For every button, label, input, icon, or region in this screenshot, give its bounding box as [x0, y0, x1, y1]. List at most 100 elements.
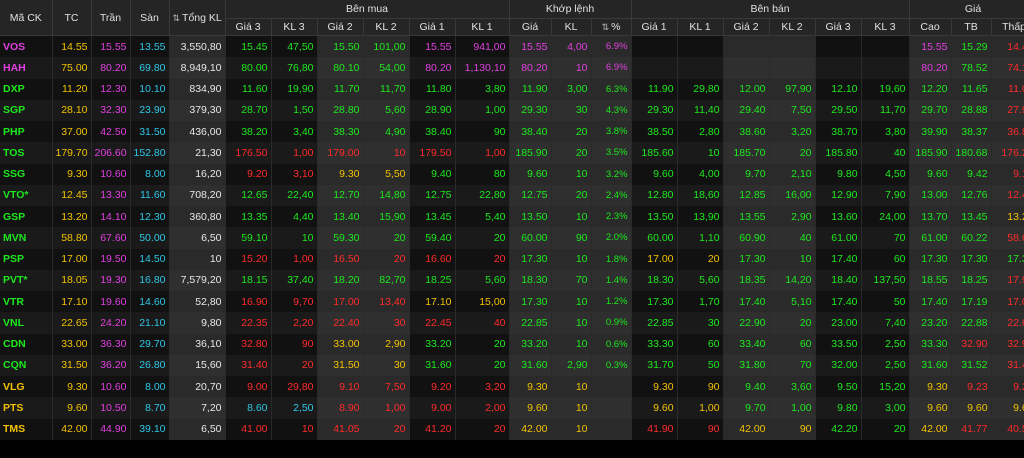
total-volume-cell: 16,20 — [169, 163, 226, 185]
sell-price-2-cell: 17.40 — [723, 291, 770, 313]
table-row[interactable]: VLG 9.30 10.60 8.00 20,70 9.00 29,80 9.10 7,50 9.… — [0, 376, 1024, 398]
table-row[interactable]: CQN 31.50 36.20 26.80 15,60 31.40 20 31.50 30 31.… — [0, 354, 1024, 376]
col-sell-vol-3[interactable]: KL 3 — [861, 18, 910, 36]
symbol-cell[interactable]: VLG — [0, 376, 53, 398]
col-symbol[interactable]: Mã CK — [0, 0, 53, 36]
symbol-cell[interactable]: CQN — [0, 354, 53, 376]
symbol-cell[interactable]: TMS — [0, 418, 53, 440]
buy-price-1-cell: 17.10 — [409, 291, 456, 313]
table-row[interactable]: VTR 17.10 19.60 14.60 52,80 16.90 9,70 17.00 13,… — [0, 291, 1024, 313]
table-row[interactable]: TOS 179.70 206.60 152.80 21,30 176.50 1,00 179.… — [0, 142, 1024, 164]
match-price-cell: 9.60 — [509, 397, 552, 419]
table-row[interactable]: VTO* 12.45 13.30 11.60 708,20 12.65 22,40 12.70… — [0, 184, 1024, 206]
buy-price-3-cell: 9.20 — [225, 163, 272, 185]
col-match-pct-label: % — [611, 21, 621, 33]
sell-vol-1-cell: 5,60 — [677, 269, 724, 291]
symbol-cell[interactable]: VOS — [0, 35, 53, 58]
col-high[interactable]: Cao — [909, 18, 952, 36]
col-buy-vol-1[interactable]: KL 1 — [455, 18, 510, 36]
table-row[interactable]: CDN 33.00 36.30 29.70 36,10 32.80 90 33.00 2,90 3… — [0, 333, 1024, 355]
symbol-cell[interactable]: VTR — [0, 291, 53, 313]
average-cell: 9.23 — [951, 376, 992, 398]
high-cell: 15.55 — [909, 35, 952, 58]
symbol-cell[interactable]: PVT* — [0, 269, 53, 291]
sell-vol-2-cell: 20 — [769, 142, 816, 164]
buy-vol-3-cell: 10 — [271, 227, 318, 249]
col-sell-vol-1[interactable]: KL 1 — [677, 18, 724, 36]
symbol-cell[interactable]: VTO* — [0, 184, 53, 206]
symbol-cell[interactable]: PTS — [0, 397, 53, 419]
symbol-cell[interactable]: SSG — [0, 163, 53, 185]
col-buy-price-2[interactable]: Giá 2 — [317, 18, 364, 36]
col-buy-vol-3[interactable]: KL 3 — [271, 18, 318, 36]
match-pct-cell: 0.6% — [591, 333, 632, 355]
col-buy-price-1[interactable]: Giá 1 — [409, 18, 456, 36]
col-sell-price-2[interactable]: Giá 2 — [723, 18, 770, 36]
col-match-vol[interactable]: KL — [551, 18, 592, 36]
table-row[interactable]: VOS 14.55 15.55 13.55 3,550,80 15.45 47,50 15.5… — [0, 35, 1024, 58]
table-row[interactable]: PTS 9.60 10.50 8.70 7,20 8.60 2,50 8.90 1,00 9.00… — [0, 397, 1024, 419]
match-price-cell: 13.50 — [509, 206, 552, 228]
symbol-cell[interactable]: PHP — [0, 121, 53, 143]
symbol-cell[interactable]: TOS — [0, 142, 53, 164]
symbol-cell[interactable]: CDN — [0, 333, 53, 355]
col-sell-vol-2[interactable]: KL 2 — [769, 18, 816, 36]
symbol-cell[interactable]: DXP — [0, 78, 53, 100]
table-row[interactable]: DXP 11.20 12.30 10.10 834,90 11.60 19,90 11.70 1… — [0, 78, 1024, 100]
buy-price-1-cell: 22.45 — [409, 312, 456, 334]
col-sell-price-1[interactable]: Giá 1 — [631, 18, 678, 36]
match-vol-cell: 10 — [551, 206, 592, 228]
sell-vol-3-cell: 20 — [861, 418, 910, 440]
col-ceiling[interactable]: Trần — [91, 0, 131, 36]
table-row[interactable]: SSG 9.30 10.60 8.00 16,20 9.20 3,10 9.30 5,50 9.4… — [0, 163, 1024, 185]
low-cell: 31.40 — [991, 354, 1024, 376]
sort-icon[interactable]: ⇅ — [602, 22, 610, 32]
symbol-cell[interactable]: GSP — [0, 206, 53, 228]
table-row[interactable]: GSP 13.20 14.10 12.30 360,80 13.35 4,40 13.40 15… — [0, 206, 1024, 228]
total-volume-cell: 379,30 — [169, 99, 226, 121]
col-ref[interactable]: TC — [52, 0, 92, 36]
low-cell: 9.10 — [991, 163, 1024, 185]
sell-vol-1-cell: 30 — [677, 312, 724, 334]
symbol-cell[interactable]: MVN — [0, 227, 53, 249]
table-row[interactable]: VNL 22.65 24.20 21.10 9,80 22.35 2,20 22.40 30 22… — [0, 312, 1024, 334]
symbol-cell[interactable]: HAH — [0, 57, 53, 79]
col-average[interactable]: TB — [951, 18, 992, 36]
col-low[interactable]: Thấp — [991, 18, 1024, 36]
match-vol-cell: 10 — [551, 397, 592, 419]
match-price-cell: 80.20 — [509, 57, 552, 79]
symbol-cell[interactable]: SGP — [0, 99, 53, 121]
col-match-pct[interactable]: ⇅% — [591, 18, 632, 36]
sell-vol-2-cell: 20 — [769, 312, 816, 334]
match-vol-cell: 3,00 — [551, 78, 592, 100]
sort-updown-icon[interactable]: ⇅ — [173, 13, 181, 23]
table-row[interactable]: MVN 58.80 67.60 50.00 6,50 59.10 10 59.30 20 59.4… — [0, 227, 1024, 249]
table-row[interactable]: PHP 37.00 42.50 31.50 436,00 38.20 3,40 38.30 4,… — [0, 121, 1024, 143]
sell-vol-3-cell: 15,20 — [861, 376, 910, 398]
sell-price-2-cell: 18.35 — [723, 269, 770, 291]
total-volume-cell: 36,10 — [169, 333, 226, 355]
symbol-cell[interactable]: VNL — [0, 312, 53, 334]
average-cell: 180.68 — [951, 142, 992, 164]
col-total-volume[interactable]: ⇅ Tổng KL — [169, 0, 226, 36]
buy-vol-1-cell: 15,00 — [455, 291, 510, 313]
buy-price-3-cell: 9.00 — [225, 376, 272, 398]
col-buy-vol-2[interactable]: KL 2 — [363, 18, 410, 36]
symbol-cell[interactable]: PSP — [0, 248, 53, 270]
col-match-price[interactable]: Giá — [509, 18, 552, 36]
total-volume-cell: 9,80 — [169, 312, 226, 334]
table-row[interactable]: HAH 75.00 80.20 69.80 8,949,10 80.00 76,80 80.1… — [0, 57, 1024, 79]
buy-vol-2-cell: 54,00 — [363, 57, 410, 79]
sell-price-3-cell: 18.40 — [815, 269, 862, 291]
floor-cell: 26.80 — [130, 354, 170, 376]
table-row[interactable]: TMS 42.00 44.90 39.10 6,50 41.00 10 41.05 20 41.2… — [0, 418, 1024, 440]
col-sell-price-3[interactable]: Giá 3 — [815, 18, 862, 36]
sell-price-2-cell: 42.00 — [723, 418, 770, 440]
table-row[interactable]: PSP 17.00 19.50 14.50 10 15.20 1,00 16.50 20 16.6… — [0, 248, 1024, 270]
buy-vol-1-cell: 20 — [455, 248, 510, 270]
col-floor[interactable]: Sàn — [130, 0, 170, 36]
sell-price-3-cell: 33.50 — [815, 333, 862, 355]
table-row[interactable]: SGP 28.10 32.30 23.90 379,30 28.70 1,50 28.80 5,… — [0, 99, 1024, 121]
table-row[interactable]: PVT* 18.05 19.30 16.80 7,579,20 18.15 37,40 18.… — [0, 269, 1024, 291]
col-buy-price-3[interactable]: Giá 3 — [225, 18, 272, 36]
